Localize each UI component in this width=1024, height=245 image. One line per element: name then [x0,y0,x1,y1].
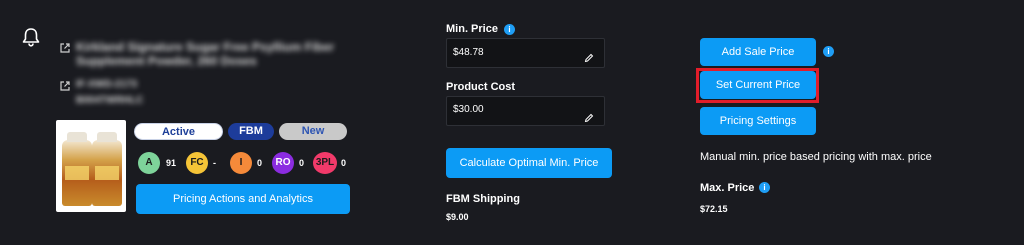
pricing-actions-button[interactable]: Pricing Actions and Analytics [136,184,350,214]
info-icon[interactable]: i [504,24,515,35]
bell-icon[interactable] [20,26,42,48]
pricing-strategy-text: Manual min. price based pricing with max… [700,151,932,163]
pricing-settings-button[interactable]: Pricing Settings [700,107,816,135]
score-value-i: 0 [257,158,263,168]
score-badge-fc: FC [186,152,208,174]
fbm-shipping-value: $9.00 [446,212,469,222]
max-price-label: Max. Price [700,182,755,194]
external-link-icon[interactable] [60,78,70,91]
calculate-optimal-min-price-button[interactable]: Calculate Optimal Min. Price [446,148,612,178]
edit-pencil-icon[interactable] [584,50,594,63]
highlight-box [696,68,819,103]
score-badge-a: A [138,152,160,174]
min-price-value: $48.78 [453,47,484,58]
product-asin: B004TWRHLC [76,95,144,106]
score-badge-i: I [230,152,252,174]
score-value-fc: - [213,158,216,168]
status-badge-new: New [279,123,347,140]
score-value-ro: 0 [299,158,305,168]
product-title[interactable]: Kirkland Signature Sugar Free Psyllium F… [76,40,334,54]
max-price-value: $72.15 [700,204,728,214]
external-link-icon[interactable] [60,40,70,53]
info-icon[interactable]: i [823,46,834,57]
info-icon[interactable]: i [759,182,770,193]
status-badge-fbm: FBM [228,123,274,140]
add-sale-price-button[interactable]: Add Sale Price [700,38,816,66]
score-value-a: 91 [166,158,177,168]
score-badge-3pl: 3PL [313,152,337,174]
min-price-label: Min. Price [446,23,498,35]
product-cost-label: Product Cost [446,81,516,93]
edit-pencil-icon[interactable] [584,110,594,123]
product-image[interactable] [56,120,126,212]
score-badge-ro: RO [272,152,294,174]
fbm-shipping-label: FBM Shipping [446,193,520,205]
product-cost-value: $30.00 [453,104,484,115]
product-sku[interactable]: IF-XWD-2173 [76,78,137,92]
product-title-line2: Supplement Powder, 260 Doses [76,54,257,68]
score-value-3pl: 0 [341,158,347,168]
status-badge-active: Active [134,123,223,140]
